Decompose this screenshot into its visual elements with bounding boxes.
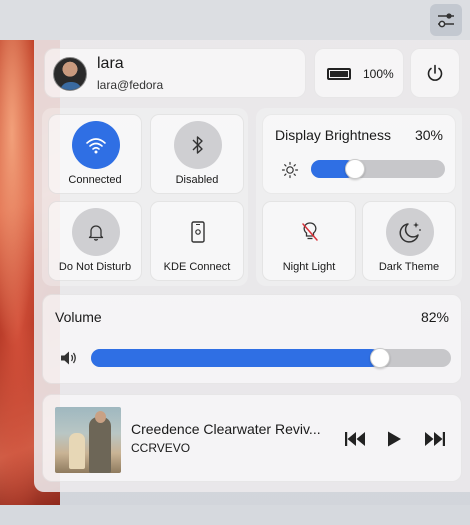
power-icon	[427, 64, 443, 81]
night-light-label: Night Light	[282, 261, 336, 273]
user-card[interactable]: lara lara@fedora	[44, 48, 306, 98]
volume-slider-fill	[91, 349, 380, 367]
dark-theme-label: Dark Theme	[378, 261, 440, 273]
night-light-toggle[interactable]	[286, 208, 334, 256]
track-title: Creedence Clearwater Reviv...	[131, 421, 321, 437]
sliders-icon	[438, 13, 454, 28]
wifi-icon	[86, 138, 106, 154]
next-button[interactable]	[421, 427, 447, 451]
do-not-disturb-tile[interactable]: Do Not Disturb	[48, 201, 142, 281]
do-not-disturb-label: Do Not Disturb	[58, 261, 132, 273]
next-icon	[425, 432, 445, 446]
sun-icon	[281, 161, 299, 179]
previous-icon	[345, 432, 365, 446]
battery-card[interactable]: 100%	[314, 48, 404, 98]
bluetooth-label: Disabled	[175, 174, 219, 186]
brightness-title: Display Brightness	[275, 127, 391, 143]
quick-toggles-group: Connected Disabled Do Not Disturb KDE Co…	[42, 108, 248, 286]
play-button[interactable]	[381, 427, 407, 451]
power-button[interactable]	[410, 48, 460, 98]
user-handle: lara@fedora	[97, 78, 164, 92]
moon-stars-icon	[399, 222, 421, 243]
volume-title: Volume	[55, 309, 102, 325]
bell-icon	[88, 225, 104, 241]
quick-settings-panel: lara lara@fedora 100% Connected Disabled…	[34, 40, 470, 492]
speaker-icon[interactable]	[59, 349, 79, 367]
bluetooth-icon	[192, 136, 203, 154]
avatar	[53, 57, 87, 91]
user-name: lara	[97, 55, 124, 72]
bluetooth-toggle[interactable]	[174, 121, 222, 169]
volume-slider[interactable]	[91, 348, 451, 368]
album-art	[55, 407, 121, 473]
top-bar	[0, 0, 470, 40]
dark-theme-tile[interactable]: Dark Theme	[362, 201, 456, 281]
do-not-disturb-toggle[interactable]	[72, 208, 120, 256]
volume-value: 82%	[420, 309, 449, 325]
desktop-bottom	[0, 505, 470, 525]
kde-connect-toggle[interactable]	[174, 208, 222, 256]
previous-button[interactable]	[343, 427, 369, 451]
brightness-value: 30%	[414, 127, 443, 143]
track-artist: CCRVEVO	[131, 441, 191, 455]
volume-slider-handle[interactable]	[370, 348, 390, 368]
kde-connect-tile[interactable]: KDE Connect	[150, 201, 244, 281]
battery-icon	[327, 68, 351, 80]
lightbulb-off-icon	[302, 222, 318, 241]
wifi-tile[interactable]: Connected	[48, 114, 142, 194]
media-player-card: Creedence Clearwater Reviv... CCRVEVO	[42, 394, 462, 482]
play-icon	[388, 431, 401, 447]
phone-icon	[191, 221, 205, 243]
brightness-slider[interactable]	[311, 159, 445, 179]
wifi-label: Connected	[68, 174, 122, 186]
volume-card: Volume 82%	[42, 294, 462, 384]
night-light-tile[interactable]: Night Light	[262, 201, 356, 281]
wifi-toggle[interactable]	[72, 121, 120, 169]
dark-theme-toggle[interactable]	[386, 208, 434, 256]
display-group: Display Brightness 30% Night Light Dark …	[256, 108, 462, 286]
brightness-card: Display Brightness 30%	[262, 114, 456, 194]
brightness-slider-handle[interactable]	[345, 159, 365, 179]
quick-settings-toggle-button[interactable]	[430, 4, 462, 36]
bluetooth-tile[interactable]: Disabled	[150, 114, 244, 194]
battery-percent: 100%	[363, 67, 394, 81]
kde-connect-label: KDE Connect	[163, 261, 231, 273]
